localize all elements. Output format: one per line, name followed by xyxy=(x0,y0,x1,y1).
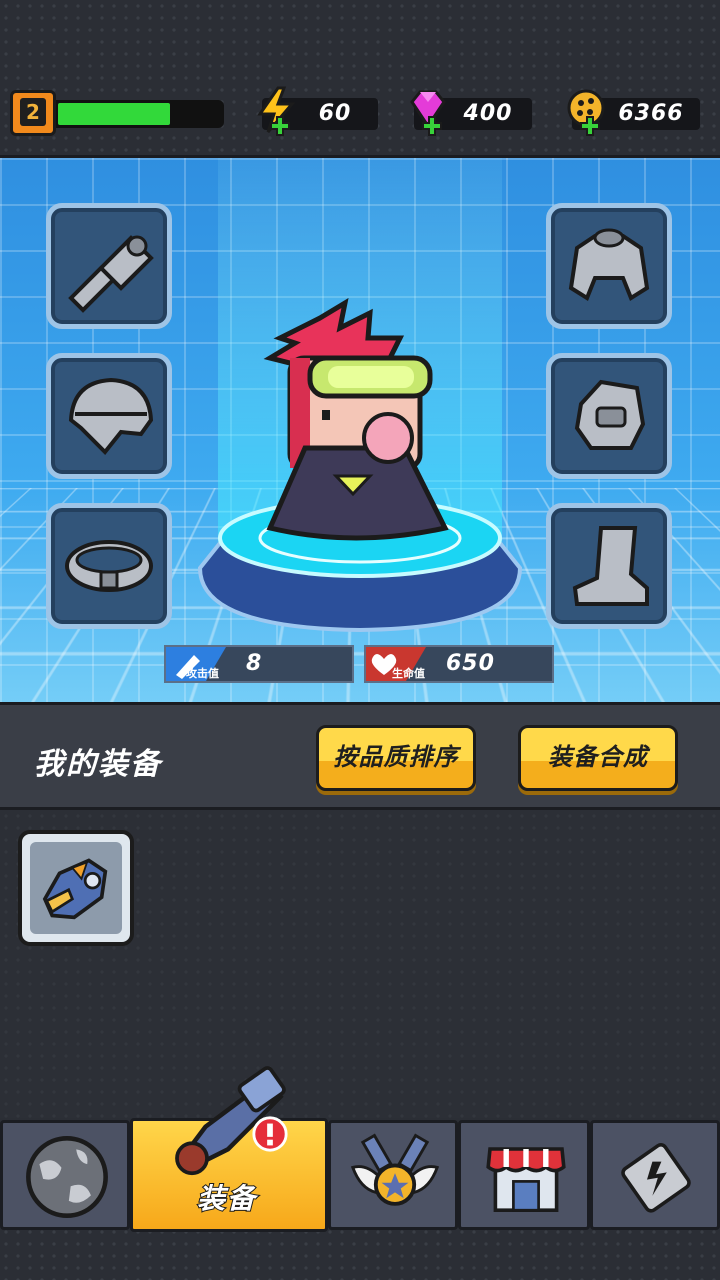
tab-battery[interactable] xyxy=(590,1120,720,1230)
attack-label: 攻击值 xyxy=(186,667,219,680)
helmet-slot[interactable] xyxy=(46,353,172,479)
gloves-icon xyxy=(574,379,646,450)
shop-icon xyxy=(486,1147,566,1212)
level-number: 2 xyxy=(20,98,46,126)
top-bar: 2 60 400 6366 xyxy=(0,0,720,155)
belt-icon xyxy=(65,540,153,592)
tab-equip-label: 装备 xyxy=(196,1181,258,1216)
bottom-nav: 装备 xyxy=(0,1066,720,1280)
health-value: 650 xyxy=(446,651,495,676)
planet-icon xyxy=(26,1136,108,1218)
hero-character[interactable] xyxy=(250,298,460,558)
energy-counter[interactable]: 60 xyxy=(257,86,378,136)
gloves-slot[interactable] xyxy=(546,353,672,479)
gems-value: 400 xyxy=(463,101,513,126)
armor-slot[interactable] xyxy=(546,203,672,329)
battery-icon xyxy=(621,1143,691,1213)
weapon-icon xyxy=(68,235,154,313)
energy-value: 60 xyxy=(318,101,352,126)
coins-counter[interactable]: 6366 xyxy=(567,89,700,136)
level-badge[interactable]: 2 xyxy=(10,90,56,136)
equipment-header: 我的装备 按品质排序 装备合成 xyxy=(0,705,720,810)
boots-slot[interactable] xyxy=(546,503,672,629)
tab-rank[interactable] xyxy=(328,1120,458,1230)
boots-icon xyxy=(572,526,649,606)
xp-fill xyxy=(58,103,170,125)
gauntlet-icon xyxy=(42,858,108,920)
sort-by-quality-button[interactable]: 按品质排序 xyxy=(316,725,476,791)
tab-equip[interactable]: 装备 xyxy=(130,1066,328,1232)
health-label: 生命值 xyxy=(392,667,425,680)
health-stat: 生命值 650 xyxy=(364,645,554,683)
winged-medal-icon xyxy=(350,1133,440,1206)
equipment-merge-button[interactable]: 装备合成 xyxy=(518,725,678,791)
belt-slot[interactable] xyxy=(46,503,172,629)
helmet-icon xyxy=(68,377,154,455)
coins-value: 6366 xyxy=(618,101,684,126)
tab-world[interactable] xyxy=(0,1120,130,1230)
attack-value: 8 xyxy=(246,651,263,676)
equipment-title: 我的装备 xyxy=(34,747,162,782)
armor-icon xyxy=(568,228,650,301)
equipment-inventory xyxy=(0,810,720,1120)
inventory-item-gloves[interactable] xyxy=(18,830,134,946)
hero-stage: 攻击值 8 生命值 650 xyxy=(0,155,720,705)
tab-shop[interactable] xyxy=(458,1120,590,1230)
attack-stat: 攻击值 8 xyxy=(164,645,354,683)
xp-bar xyxy=(56,100,224,128)
gems-counter[interactable]: 400 xyxy=(410,90,532,136)
weapon-slot[interactable] xyxy=(46,203,172,329)
alert-badge-icon xyxy=(252,1116,288,1152)
